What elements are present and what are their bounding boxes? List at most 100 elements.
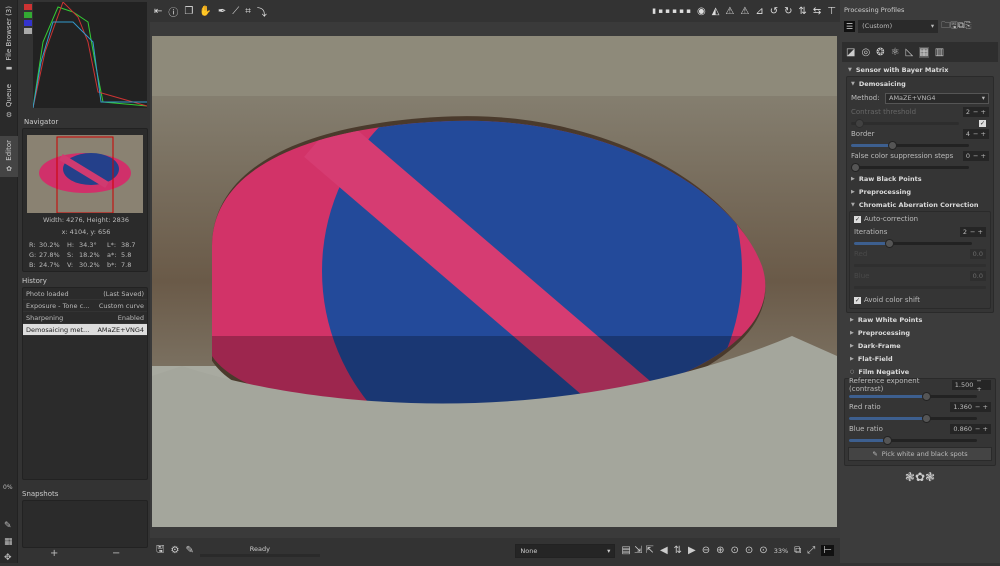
flip-v-icon[interactable]: ⇅ — [799, 6, 807, 17]
metadata-tab-icon[interactable]: ▥ — [935, 47, 944, 58]
zoom-in-icon[interactable]: ⊕ — [716, 545, 724, 556]
preprocessing-header[interactable]: ▶Preprocessing — [847, 185, 993, 198]
warning-icon[interactable]: ⚠ — [725, 6, 734, 17]
contrast-threshold-row: Contrast threshold2− + — [847, 106, 993, 118]
remove-snapshot-button[interactable]: − — [112, 548, 120, 559]
image-preview-area[interactable] — [150, 22, 840, 538]
history-item-selected[interactable]: Demosaicing met...AMaZE+VNG4 — [23, 324, 147, 336]
raw-tab-icon[interactable]: ▦ — [919, 47, 928, 58]
auto-contrast-checkbox[interactable]: ✓ — [979, 120, 986, 127]
border-slider[interactable] — [851, 144, 969, 147]
method-select[interactable]: AMaZE+VNG4▾ — [885, 93, 989, 104]
blue-ratio-spin[interactable]: 0.860− + — [950, 424, 991, 434]
nav-icons[interactable]: ▤ ⇲ ⇱ — [621, 545, 654, 556]
iterations-spin[interactable]: 2− + — [960, 227, 986, 237]
fullscreen-icon[interactable]: ⤢ — [807, 545, 815, 556]
color-picker-icon[interactable]: ✒ — [218, 6, 226, 17]
zoom-out-icon[interactable]: ⊖ — [702, 545, 710, 556]
external-editor-icon[interactable]: ✎ — [186, 545, 194, 556]
focus-mask-icon[interactable]: ◉ — [697, 6, 706, 17]
red-ratio-slider[interactable] — [849, 417, 977, 420]
rotate-right-icon[interactable]: ↻ — [784, 6, 792, 17]
pick-spots-button[interactable]: ✎Pick white and black spots — [848, 447, 992, 461]
cursor-coords: x: 4104, y: 656 — [23, 228, 149, 236]
sync-icon[interactable]: ⇅ — [674, 545, 682, 556]
dark-frame-header[interactable]: ▶Dark-Frame — [840, 339, 1000, 352]
info-icon[interactable]: ⓘ — [168, 4, 178, 19]
tab-queue[interactable]: Queue⚙ — [0, 80, 18, 123]
warning-icon-2[interactable]: ⚠ — [740, 6, 749, 17]
film-negative-panel: Reference exponent (contrast)1.500− + Re… — [844, 378, 996, 466]
profile-file-icons[interactable]: 🗀🖫⧉⎘ — [941, 18, 971, 34]
auto-correction-row[interactable]: ✓Auto-correction — [850, 212, 990, 226]
red-slider[interactable] — [854, 264, 986, 267]
color-values: R:30.2%H:34.3°L*:38.7 G:27.8%S:18.2%a*:5… — [29, 240, 143, 270]
red-spin[interactable]: 0.0 — [970, 249, 986, 259]
histogram-channel-buttons[interactable] — [24, 4, 32, 34]
toggle-right-panel-icon[interactable]: ⊢ — [821, 545, 834, 556]
hide-right-panel-icon[interactable]: ⊤ — [827, 6, 836, 17]
tab-editor[interactable]: Editor✿ — [0, 136, 18, 177]
demosaicing-header[interactable]: ▼Demosaicing — [847, 77, 993, 90]
preview-channels-icon[interactable]: ▮ ▪ ▪ ▪ ▪ ▪ — [652, 7, 691, 15]
raw-black-points-header[interactable]: ▶Raw Black Points — [847, 172, 993, 185]
iterations-row: Iterations2− + — [850, 226, 990, 238]
next-image-icon[interactable]: ▶ — [688, 545, 696, 556]
red-row: Red0.0 — [850, 248, 990, 260]
flat-field-header[interactable]: ▶Flat-Field — [840, 352, 1000, 365]
clip-shadow-icon[interactable]: ◭ — [712, 6, 720, 17]
hand-icon[interactable]: ✋ — [199, 6, 211, 17]
photo-preview[interactable] — [152, 36, 837, 527]
save-icon[interactable]: 🖫 — [156, 542, 165, 559]
gears-icon: ⚙ — [6, 111, 12, 119]
profile-select[interactable]: (Custom)▾ — [858, 20, 938, 33]
history-item[interactable]: Photo loaded(Last Saved) — [23, 288, 147, 300]
ref-exponent-spin[interactable]: 1.500− + — [952, 380, 991, 390]
rotate-left-icon[interactable]: ↺ — [770, 6, 778, 17]
zoom-crop-icon[interactable]: ⊙ — [745, 545, 753, 556]
color-tab-icon[interactable]: ❂ — [876, 47, 884, 58]
iterations-slider[interactable] — [854, 242, 972, 245]
avoid-color-shift-row[interactable]: ✓Avoid color shift — [850, 292, 990, 308]
contrast-threshold-slider[interactable] — [851, 122, 959, 125]
blue-spin[interactable]: 0.0 — [970, 271, 986, 281]
history-item[interactable]: SharpeningEnabled — [23, 312, 147, 324]
preprocessing-header-2[interactable]: ▶Preprocessing — [840, 326, 1000, 339]
tab-file-browser[interactable]: File Browser (3)▬ — [0, 2, 18, 76]
history-item[interactable]: Exposure - Tone c...Custom curve — [23, 300, 147, 312]
exposure-tab-icon[interactable]: ◪ — [846, 47, 855, 58]
blue-ratio-slider[interactable] — [849, 439, 977, 442]
left-tools-icons[interactable]: ✎▦✥ — [4, 518, 13, 566]
fcs-slider[interactable] — [851, 166, 969, 169]
fcs-spin[interactable]: 0− + — [963, 151, 989, 161]
histogram-icon[interactable]: ⊿ — [755, 6, 763, 17]
blue-slider[interactable] — [854, 286, 986, 289]
crop-icon[interactable]: ⌗ — [245, 6, 251, 17]
flip-h-icon[interactable]: ⇆ — [813, 6, 821, 17]
straighten-icon[interactable]: ⤵ — [257, 4, 267, 19]
preset-select[interactable]: None▾ — [515, 544, 615, 558]
method-row: Method:AMaZE+VNG4▾ — [847, 90, 993, 106]
hide-left-panel-icon[interactable]: ⇤ — [154, 6, 162, 17]
contrast-threshold-spin[interactable]: 2− + — [963, 107, 989, 117]
ca-correction-header[interactable]: ▼Chromatic Aberration Correction — [847, 198, 993, 211]
transform-tab-icon[interactable]: ◺ — [906, 47, 914, 58]
border-spin[interactable]: 4− + — [963, 129, 989, 139]
zoom-fit-icon[interactable]: ⊙ — [731, 545, 739, 556]
ref-exponent-slider[interactable] — [849, 395, 977, 398]
detail-tab-icon[interactable]: ◎ — [861, 47, 870, 58]
queue-icon[interactable]: ⚙ — [171, 545, 180, 556]
new-window-icon[interactable]: ⧉ — [794, 545, 801, 556]
profile-list-icon[interactable]: ☰ — [844, 21, 855, 32]
advanced-tab-icon[interactable]: ⚛ — [891, 47, 900, 58]
navigator-thumbnail[interactable] — [27, 135, 143, 213]
add-snapshot-button[interactable]: + — [50, 548, 58, 559]
prev-image-icon[interactable]: ◀ — [660, 545, 668, 556]
raw-white-points-header[interactable]: ▶Raw White Points — [840, 313, 1000, 326]
red-ratio-spin[interactable]: 1.360− + — [950, 402, 991, 412]
zoom-100-icon[interactable]: ⊙ — [759, 545, 767, 556]
before-after-icon[interactable]: ❐ — [184, 6, 193, 17]
sensor-section-header[interactable]: ▼Sensor with Bayer Matrix — [840, 63, 1000, 76]
white-balance-icon[interactable]: ⟋ — [232, 6, 239, 17]
zoom-level: 33% — [774, 547, 788, 555]
